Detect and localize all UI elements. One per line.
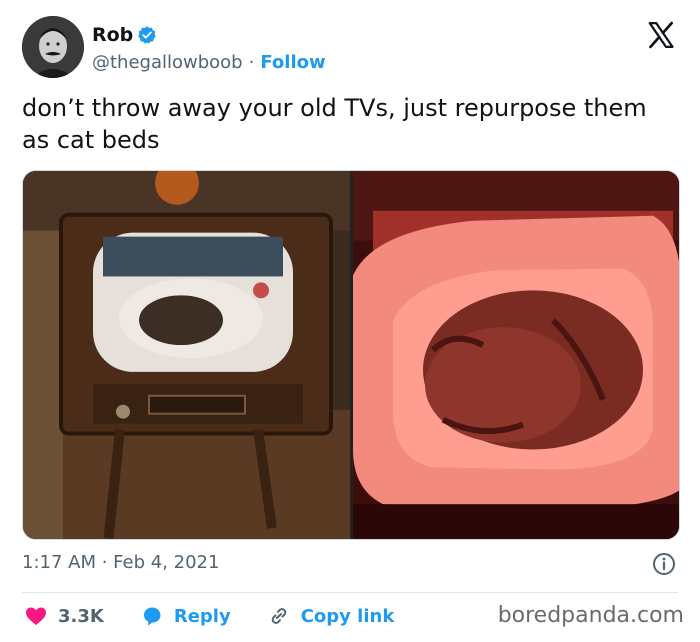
info-icon[interactable] xyxy=(652,552,676,576)
reply-label: Reply xyxy=(173,605,231,627)
author-name-row: Rob xyxy=(92,24,157,46)
verified-badge-icon xyxy=(138,26,157,44)
like-button[interactable]: 3.3K xyxy=(24,604,104,628)
action-bar: 3.3K Reply Copy link xyxy=(24,600,430,632)
reply-button[interactable]: Reply xyxy=(140,604,231,628)
copy-link-button[interactable]: Copy link xyxy=(267,604,395,628)
divider xyxy=(22,592,678,593)
copy-link-label: Copy link xyxy=(300,605,395,627)
link-icon xyxy=(271,608,286,624)
like-count: 3.3K xyxy=(58,605,104,627)
photo-vintage-tv-cat-bed[interactable] xyxy=(23,171,350,539)
tweet-media[interactable] xyxy=(22,170,680,540)
author-handle-row: @thegallowboob · Follow xyxy=(92,52,326,73)
author-name[interactable]: Rob xyxy=(92,24,133,46)
tweet-header: Rob @thegallowboob · Follow xyxy=(22,16,682,78)
x-logo-icon[interactable] xyxy=(646,20,676,50)
avatar[interactable] xyxy=(22,16,84,78)
heart-icon xyxy=(26,607,46,625)
source-watermark: boredpanda.com xyxy=(497,603,684,628)
follow-button[interactable]: Follow xyxy=(260,52,325,73)
author-handle[interactable]: @thegallowboob xyxy=(92,52,243,73)
separator-dot: · xyxy=(248,52,255,73)
avatar-portrait-icon xyxy=(22,16,84,78)
photo-cat-sleeping-red-light[interactable] xyxy=(353,171,680,539)
tweet-text: don’t throw away your old TVs, just repu… xyxy=(22,94,647,154)
tweet-timestamp[interactable]: 1:17 AM · Feb 4, 2021 xyxy=(22,552,219,573)
reply-bubble-icon xyxy=(143,607,161,626)
